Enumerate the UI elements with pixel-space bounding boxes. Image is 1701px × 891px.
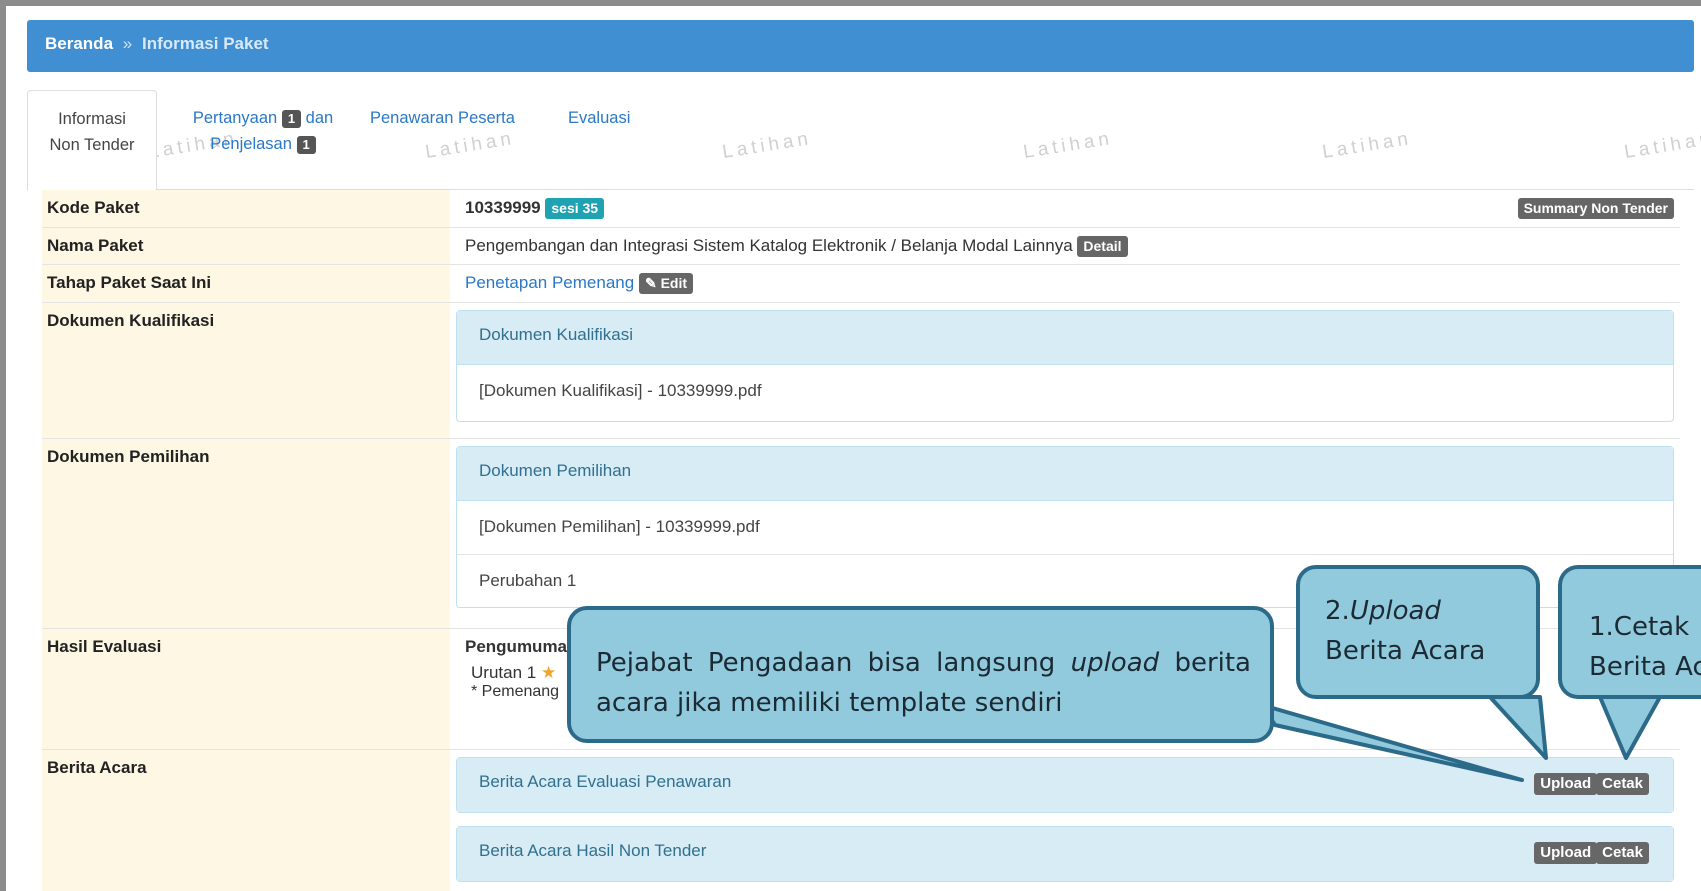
callout-text-line: acara jika memiliki template sendiri [596, 688, 1063, 718]
callout-pointers [1260, 695, 1662, 782]
upload-callout-pointer [1488, 695, 1548, 760]
callout-text: Pejabat Pengadaan bisa langsung upload b… [596, 643, 1251, 723]
print-step-callout: 1.Cetak Berita Ac [1558, 565, 1701, 699]
callout-text-part: berita [1159, 648, 1251, 678]
callout-text-emphasis: Upload [1349, 596, 1441, 626]
callout-text-emphasis: upload [1070, 648, 1160, 678]
main-callout-pointer [1260, 703, 1524, 782]
callout-text: 1.Cetak Berita Ac [1589, 607, 1701, 687]
callout-step-number: 2. [1325, 596, 1350, 626]
callout-text: 2.Upload Berita Acara [1325, 591, 1485, 671]
callout-text-line: Berita Acara [1325, 636, 1486, 666]
callout-text-part: Pejabat Pengadaan bisa langsung [596, 648, 1071, 678]
callout-text-line: Berita Ac [1589, 652, 1701, 682]
upload-template-callout: Pejabat Pengadaan bisa langsung upload b… [567, 606, 1274, 743]
print-callout-pointer [1598, 695, 1662, 760]
callout-text-line: 1.Cetak [1589, 612, 1690, 642]
upload-step-callout: 2.Upload Berita Acara [1296, 565, 1540, 699]
